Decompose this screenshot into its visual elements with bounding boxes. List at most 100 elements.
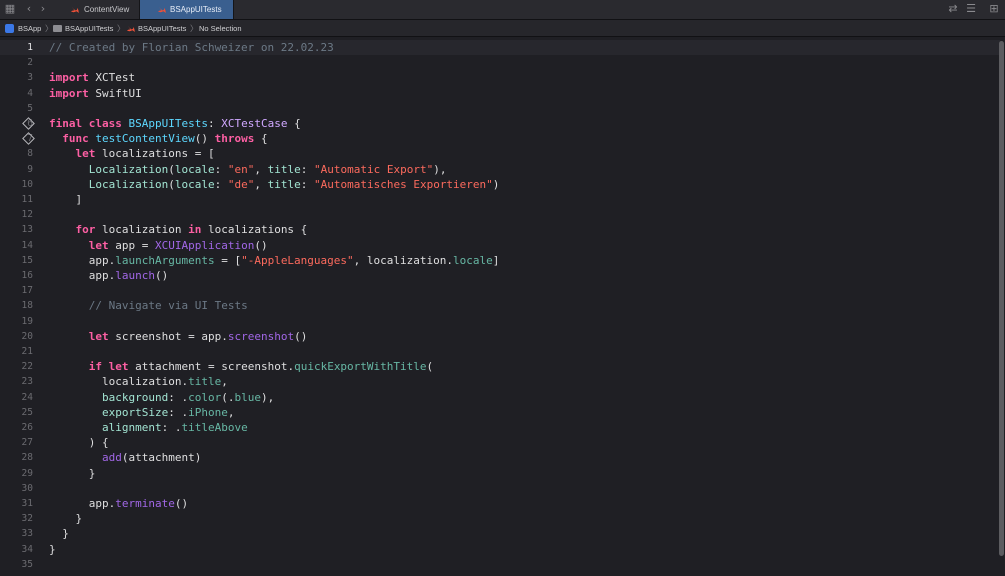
breadcrumb-project[interactable]: BSApp <box>18 20 41 37</box>
code-text: for localization in localizations { <box>49 222 308 237</box>
tab-bsappuitests[interactable]: BSAppUITests <box>140 0 234 19</box>
code-token: : . <box>161 421 182 434</box>
code-line[interactable]: 30 <box>0 481 1000 496</box>
line-number: 9 <box>27 163 33 175</box>
code-line[interactable]: 16 app.launch() <box>0 268 1000 283</box>
code-token: Localization <box>88 162 169 176</box>
code-token: throws <box>214 132 255 146</box>
line-number: 34 <box>21 543 33 555</box>
code-line[interactable]: 24 background: .color(.blue), <box>0 390 1000 405</box>
code-token: , localization. <box>353 253 454 267</box>
chevron-right-icon: 〉 <box>117 24 125 33</box>
code-token: localization <box>95 223 189 237</box>
code-line[interactable]: 2 <box>0 55 1000 70</box>
code-token: locale <box>174 177 215 191</box>
code-token: terminate <box>115 497 175 510</box>
code-token: } <box>49 542 56 556</box>
code-line[interactable]: 17 <box>0 283 1000 298</box>
line-number: 17 <box>21 285 33 297</box>
code-line[interactable]: 33 } <box>0 526 1000 541</box>
code-line[interactable]: 21 <box>0 344 1000 359</box>
breadcrumb-selection[interactable]: No Selection <box>199 20 242 37</box>
code-token: iPhone <box>188 405 228 419</box>
code-line[interactable]: 26 alignment: .titleAbove <box>0 420 1000 435</box>
code-line[interactable]: 27 ) { <box>0 435 1000 450</box>
code-line[interactable]: 29 } <box>0 466 1000 481</box>
line-number: 3 <box>27 72 33 84</box>
code-line[interactable]: 15 app.launchArguments = ["-AppleLanguag… <box>0 253 1000 268</box>
tab-bar: ▦ ‹ › ContentView BSAppUITests ⇄ ☰ ⊞ <box>0 0 1005 20</box>
code-token: ) <box>492 177 500 191</box>
code-line[interactable]: 34} <box>0 542 1000 557</box>
code-token: = [ <box>214 253 242 267</box>
code-line[interactable]: 31 app.terminate() <box>0 496 1000 511</box>
line-number: 25 <box>21 406 33 418</box>
line-number: 35 <box>21 558 33 570</box>
code-text: app.launchArguments = ["-AppleLanguages"… <box>49 253 500 268</box>
code-editor[interactable]: 1 // Created by Florian Schweizer on 22.0… <box>0 37 1005 576</box>
breadcrumb-group[interactable]: BSAppUITests <box>65 20 113 37</box>
related-items-icon[interactable]: ⇄ <box>946 2 960 16</box>
code-line[interactable]: 1 // Created by Florian Schweizer on 22.0… <box>0 40 1000 56</box>
code-token: testContentView <box>95 132 195 146</box>
code-line[interactable]: 3 import XCTest <box>0 70 1000 85</box>
editor-options-icon[interactable]: ☰ <box>963 2 979 16</box>
code-line[interactable]: 11 ] <box>0 192 1000 207</box>
code-line[interactable]: 20 let screenshot = app.screenshot() <box>0 329 1000 344</box>
code-line[interactable]: 35 <box>0 557 1000 572</box>
code-token: app. <box>49 253 116 267</box>
code-token: final class <box>49 117 122 130</box>
code-line[interactable]: 12 <box>0 207 1000 222</box>
tab-contentview[interactable]: ContentView <box>58 0 140 19</box>
back-chevron-icon[interactable]: ‹ <box>22 2 36 16</box>
swift-icon <box>70 6 79 14</box>
code-text: if let attachment = screenshot.quickExpo… <box>49 359 433 374</box>
code-text: exportSize: .iPhone, <box>49 405 234 420</box>
code-line[interactable]: 22 if let attachment = screenshot.quickE… <box>0 359 1000 374</box>
grid-icon[interactable]: ▦ <box>3 2 17 16</box>
code-token: () <box>194 132 215 146</box>
code-line[interactable]: 19 <box>0 314 1000 329</box>
code-token: "Automatic Export" <box>313 162 434 176</box>
code-line[interactable]: 8 let localizations = [ <box>0 146 1000 161</box>
breadcrumb-file[interactable]: BSAppUITests <box>138 20 186 37</box>
code-line[interactable]: 9 Localization(locale: "en", title: "Aut… <box>0 162 1000 177</box>
line-number: 26 <box>21 422 33 433</box>
code-line[interactable]: 14 let app = XCUIApplication() <box>0 238 1000 253</box>
line-number: 8 <box>27 148 33 160</box>
code-line[interactable]: 6 final class BSAppUITests: XCTestCase { <box>0 116 1000 131</box>
code-line[interactable]: 5 <box>0 101 1000 116</box>
code-line[interactable]: 23 localization.title, <box>0 374 1000 389</box>
code-line[interactable]: 25 exportSize: .iPhone, <box>0 405 1000 420</box>
vertical-scrollbar[interactable] <box>999 41 1004 556</box>
code-token: title <box>267 162 301 176</box>
line-number: 30 <box>21 482 33 494</box>
code-text: // Created by Florian Schweizer on 22.02… <box>49 40 334 55</box>
code-line[interactable]: 13 for localization in localizations { <box>0 222 1000 237</box>
code-token: (. <box>221 390 235 404</box>
code-line[interactable]: 32 } <box>0 511 1000 526</box>
add-editor-icon[interactable]: ⊞ <box>987 2 1001 16</box>
swift-icon <box>157 6 166 14</box>
code-line[interactable]: 28 add(attachment) <box>0 450 1000 465</box>
code-token: ] <box>49 193 83 206</box>
code-token: "Automatisches Exportieren" <box>313 177 493 191</box>
line-number: 11 <box>21 194 33 205</box>
line-number: 5 <box>27 102 33 114</box>
code-line[interactable]: 7 func testContentView() throws { <box>0 131 1000 146</box>
code-line[interactable]: 4 import SwiftUI <box>0 86 1000 101</box>
code-token: attachment = screenshot. <box>128 360 295 374</box>
code-line[interactable]: 18 // Navigate via UI Tests <box>0 298 1000 313</box>
code-token: ( <box>168 177 175 191</box>
forward-chevron-icon[interactable]: › <box>36 2 50 16</box>
code-token: titleAbove <box>181 421 248 434</box>
tab-label: ContentView <box>84 5 130 14</box>
code-line[interactable]: 10 Localization(locale: "de", title: "Au… <box>0 177 1000 192</box>
swift-icon <box>126 25 135 33</box>
code-text: ) { <box>49 435 109 450</box>
